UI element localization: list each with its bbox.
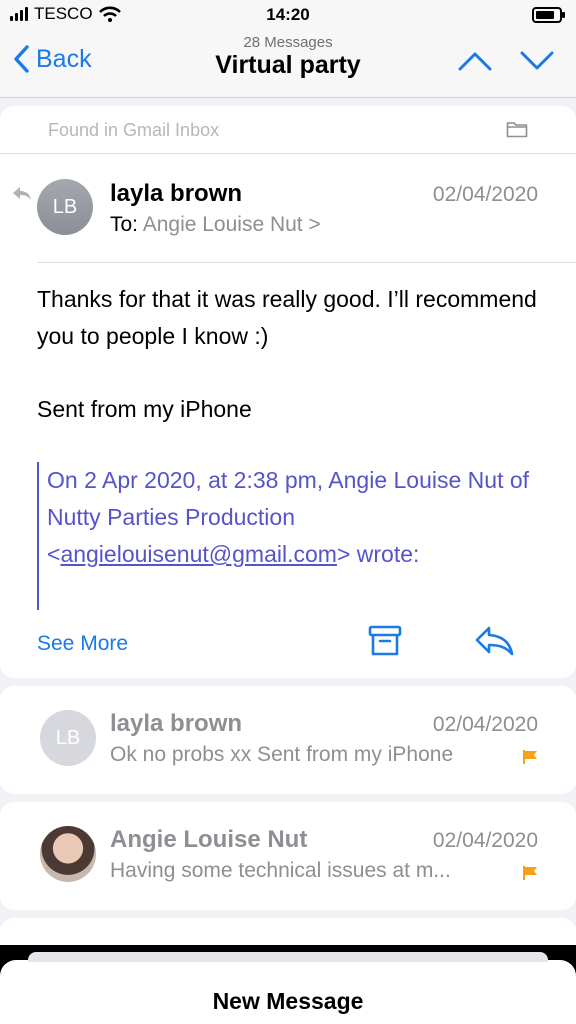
- sender-name[interactable]: layla brown: [110, 180, 242, 208]
- recipient-row[interactable]: To: Angie Louise Nut >: [110, 213, 321, 237]
- status-bar: TESCO 14:20: [0, 0, 576, 32]
- previous-message-button[interactable]: [458, 50, 492, 72]
- recipient-name[interactable]: Angie Louise Nut >: [143, 213, 321, 236]
- thread-sender: Angie Louise Nut: [110, 826, 308, 853]
- thread-sender: layla brown: [110, 710, 243, 737]
- new-message-sheet[interactable]: New Message: [0, 952, 576, 1024]
- quote-email-link[interactable]: angielouisenut@gmail.com: [60, 541, 337, 567]
- thread-item[interactable]: LB layla brown 02/04/2020 Ok no probs xx…: [0, 686, 576, 794]
- avatar: [40, 826, 96, 882]
- message-signature: Sent from my iPhone: [37, 396, 252, 422]
- status-time: 14:20: [266, 5, 310, 24]
- sheet-handle[interactable]: [28, 952, 548, 962]
- to-label: To:: [110, 213, 139, 236]
- message-body: Thanks for that it was really good. I’ll…: [37, 286, 537, 349]
- battery-icon: [532, 7, 565, 23]
- new-message-title[interactable]: New Message: [0, 988, 576, 1015]
- thread-preview: Having some technical issues at m...: [110, 859, 451, 882]
- message-date: 02/04/2020: [432, 183, 538, 206]
- quote-suffix: > wrote:: [336, 541, 420, 567]
- thread-date: 02/04/2020: [432, 713, 538, 736]
- avatar: LB: [40, 710, 96, 766]
- avatar[interactable]: LB: [37, 179, 93, 235]
- divider: [37, 262, 576, 263]
- archive-icon[interactable]: [368, 625, 402, 657]
- thread-date: 02/04/2020: [432, 829, 538, 852]
- flag-icon: [523, 750, 537, 764]
- thread-preview: Ok no probs xx Sent from my iPhone: [110, 743, 454, 766]
- see-more-button[interactable]: See More: [37, 632, 128, 656]
- flag-icon: [523, 866, 537, 880]
- next-message-button[interactable]: [520, 50, 554, 72]
- found-in-row: Found in Gmail Inbox: [0, 106, 576, 154]
- replied-indicator-icon: [13, 187, 31, 200]
- thread-item[interactable]: Angie Louise Nut 02/04/2020 Having some …: [0, 802, 576, 910]
- navigation-bar: Back 28 Messages Virtual party: [0, 32, 576, 98]
- found-in-label: Found in Gmail Inbox: [48, 120, 220, 140]
- folder-icon[interactable]: [506, 120, 528, 138]
- quoted-text: On 2 Apr 2020, at 2:38 pm, Angie Louise …: [37, 462, 537, 610]
- reply-icon[interactable]: [474, 625, 514, 657]
- message-card: Found in Gmail Inbox LB layla brown 02/0…: [0, 106, 576, 678]
- message-count: 28 Messages: [243, 34, 333, 51]
